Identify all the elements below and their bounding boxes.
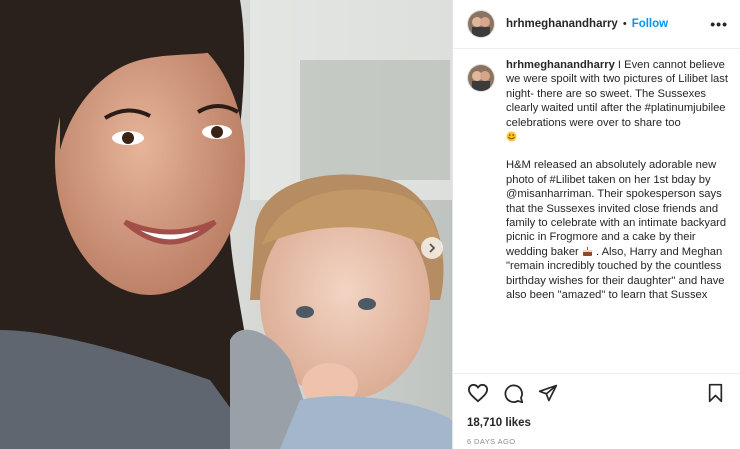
- comment-button[interactable]: [503, 383, 524, 404]
- next-photo-button[interactable]: [421, 237, 443, 259]
- more-options-button[interactable]: •••: [710, 16, 728, 32]
- photo-image: [0, 0, 452, 449]
- avatar-image: [468, 65, 494, 91]
- caption-avatar[interactable]: [467, 64, 495, 92]
- caption-body-2a: H&M released an absolutely adorable new …: [506, 159, 727, 258]
- save-button[interactable]: [707, 383, 724, 403]
- comment-icon: [504, 384, 524, 403]
- caption-row: hrhmeghanandharry I Even cannot believe …: [453, 58, 740, 303]
- caption-username-link[interactable]: hrhmeghanandharry: [506, 59, 615, 71]
- action-bar: [467, 380, 728, 406]
- cake-emoji-icon: [582, 246, 592, 256]
- caption-paragraph-2: H&M released an absolutely adorable new …: [506, 158, 728, 302]
- like-count[interactable]: 18,710 likes: [467, 417, 531, 429]
- avatar-image: [468, 11, 494, 37]
- caption-text: hrhmeghanandharry I Even cannot believe …: [506, 58, 728, 303]
- username-link[interactable]: hrhmeghanandharry: [506, 18, 618, 30]
- bookmark-icon: [708, 383, 723, 403]
- heart-icon: [467, 383, 489, 403]
- avatar[interactable]: [467, 10, 495, 38]
- chevron-right-icon: [429, 243, 436, 253]
- separator-dot: •: [622, 18, 627, 30]
- smiling-face-emoji-icon: [506, 131, 517, 142]
- post-timestamp[interactable]: 6 DAYS AGO: [467, 437, 515, 446]
- post-photo: [0, 0, 452, 449]
- follow-button[interactable]: Follow: [632, 18, 668, 30]
- send-icon: [538, 384, 558, 402]
- post-header: hrhmeghanandharry • Follow •••: [453, 0, 740, 49]
- caption-area[interactable]: hrhmeghanandharry I Even cannot believe …: [453, 58, 740, 374]
- caption-paragraph-1: hrhmeghanandharry I Even cannot believe …: [506, 58, 728, 144]
- share-button[interactable]: [538, 383, 558, 403]
- divider: [453, 373, 740, 374]
- like-button[interactable]: [467, 383, 489, 403]
- post-side-panel: hrhmeghanandharry • Follow ••• hrhmeghan…: [452, 0, 740, 449]
